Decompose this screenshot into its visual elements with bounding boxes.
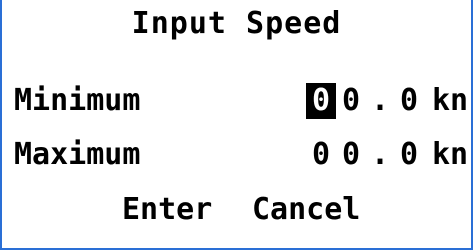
maximum-tenths-digit[interactable]: 0 (394, 137, 424, 173)
minimum-decimal-point: . (370, 83, 390, 118)
maximum-unit: kn (432, 137, 469, 172)
cancel-button[interactable]: Cancel (252, 192, 360, 228)
maximum-label: Maximum (14, 137, 141, 172)
minimum-ones-digit[interactable]: 0 (336, 83, 366, 119)
speed-input-panel: Input Speed Minimum 0 0. 0 kn Maximum 00.0k… (0, 0, 473, 250)
minimum-tens-digit-cursor[interactable]: 0 (306, 83, 336, 119)
minimum-tenths-digit[interactable]: 0 (394, 83, 424, 119)
dialog-actions: Enter Cancel (2, 192, 471, 232)
maximum-ones-digit[interactable]: 0 (336, 137, 366, 173)
minimum-speed-row: Minimum 0 0. 0 kn (14, 83, 469, 119)
maximum-speed-row: Maximum 0 0. 0 kn (14, 137, 469, 173)
minimum-unit: kn (432, 83, 469, 118)
enter-button[interactable]: Enter (122, 192, 212, 228)
maximum-tens-digit[interactable]: 0 (306, 137, 336, 173)
dialog-title: Input Speed (131, 6, 342, 41)
minimum-label: Minimum (14, 83, 141, 118)
maximum-speed-value[interactable]: 0 0. 0 kn (306, 137, 468, 173)
minimum-speed-value[interactable]: 0 0. 0 kn (306, 83, 468, 119)
maximum-decimal-point: . (370, 137, 390, 172)
